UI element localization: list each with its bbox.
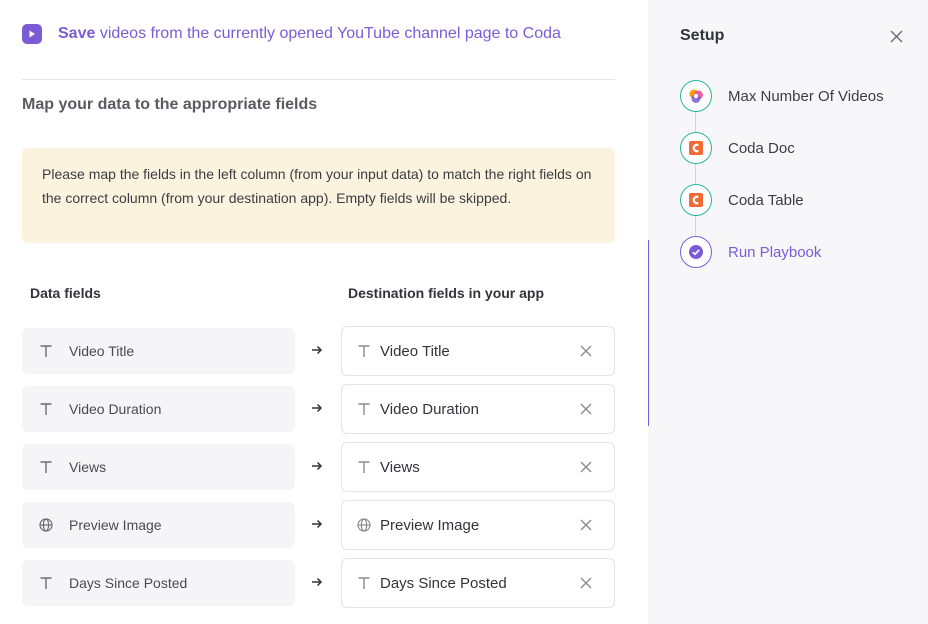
text-type-icon: [356, 575, 372, 591]
destination-field[interactable]: Days Since Posted: [341, 558, 615, 608]
step-coda-table[interactable]: Coda Table: [680, 184, 804, 216]
globe-icon: [38, 517, 54, 533]
text-type-icon: [38, 575, 54, 591]
data-fields-header: Data fields: [30, 285, 101, 301]
coda-icon: [680, 184, 712, 216]
destination-field-label: Views: [380, 458, 420, 476]
step-run-playbook[interactable]: Run Playbook: [680, 236, 821, 268]
source-field-label: Video Title: [69, 343, 135, 359]
mapping-row: Video Title Video Title: [22, 326, 615, 376]
playbook-header: Save videos from the currently opened Yo…: [22, 24, 561, 44]
source-field[interactable]: Preview Image: [22, 502, 295, 548]
source-field-label: Preview Image: [69, 517, 162, 533]
mapping-row: Video Duration Video Duration: [22, 384, 615, 434]
step-label: Run Playbook: [728, 243, 822, 261]
section-title: Map your data to the appropriate fields: [22, 96, 318, 113]
text-type-icon: [356, 401, 372, 417]
text-type-icon: [38, 459, 54, 475]
globe-icon: [356, 517, 372, 533]
arrow-right-icon: [310, 575, 324, 589]
active-indicator: [648, 240, 649, 426]
close-icon: [890, 30, 902, 42]
text-type-icon: [38, 343, 54, 359]
arrow-right-icon: [310, 343, 324, 357]
destination-field-label: Preview Image: [380, 516, 480, 534]
close-icon: [580, 577, 592, 589]
text-type-icon: [356, 343, 372, 359]
source-field-label: Video Duration: [69, 401, 162, 417]
mapping-notice: Please map the fields in the left column…: [22, 148, 615, 243]
close-icon: [580, 403, 592, 415]
close-icon: [580, 461, 592, 473]
playbook-title-text: videos from the currently opened YouTube…: [99, 25, 561, 42]
arrow-right-icon: [310, 401, 324, 415]
source-field[interactable]: Days Since Posted: [22, 560, 295, 606]
arrow-right-icon: [310, 459, 324, 473]
source-field[interactable]: Video Title: [22, 328, 295, 374]
destination-field[interactable]: Video Duration: [341, 384, 615, 434]
play-icon: [22, 24, 42, 44]
close-panel-button[interactable]: [884, 24, 908, 48]
playbook-title-bold: Save: [58, 25, 96, 42]
divider: [22, 79, 615, 80]
step-label: Coda Doc: [728, 139, 795, 157]
check-circle-icon: [680, 236, 712, 268]
source-field[interactable]: Video Duration: [22, 386, 295, 432]
destination-field-label: Video Title: [380, 342, 450, 360]
destination-field[interactable]: Preview Image: [341, 500, 615, 550]
destination-fields-header: Destination fields in your app: [348, 285, 545, 301]
app-root: Save videos from the currently opened Yo…: [0, 0, 928, 624]
step-coda-doc[interactable]: Coda Doc: [680, 132, 795, 164]
step-max-number-of-videos[interactable]: Max Number Of Videos: [680, 80, 884, 112]
source-field-label: Days Since Posted: [69, 575, 188, 591]
source-field-label: Views: [69, 459, 107, 475]
mapping-row: Days Since Posted Days Since Posted: [22, 558, 615, 608]
arrow-right-icon: [310, 517, 324, 531]
app-logo-icon: [680, 80, 712, 112]
close-icon: [580, 345, 592, 357]
setup-panel: Setup Max Number Of Videos Coda Doc Coda…: [648, 0, 928, 624]
clear-field-button[interactable]: [571, 394, 601, 424]
clear-field-button[interactable]: [571, 568, 601, 598]
text-type-icon: [38, 401, 54, 417]
step-label: Coda Table: [728, 191, 804, 209]
mapping-row: Views Views: [22, 442, 615, 492]
destination-field-label: Video Duration: [380, 400, 479, 418]
coda-icon: [680, 132, 712, 164]
setup-title: Setup: [680, 27, 725, 44]
destination-field-label: Days Since Posted: [380, 574, 507, 592]
destination-field[interactable]: Video Title: [341, 326, 615, 376]
clear-field-button[interactable]: [571, 510, 601, 540]
clear-field-button[interactable]: [571, 452, 601, 482]
text-type-icon: [356, 459, 372, 475]
mapping-row: Preview Image Preview Image: [22, 500, 615, 550]
close-icon: [580, 519, 592, 531]
clear-field-button[interactable]: [571, 336, 601, 366]
main-panel: Save videos from the currently opened Yo…: [0, 0, 648, 624]
step-label: Max Number Of Videos: [728, 87, 884, 105]
destination-field[interactable]: Views: [341, 442, 615, 492]
source-field[interactable]: Views: [22, 444, 295, 490]
playbook-title: Save videos from the currently opened Yo…: [58, 25, 561, 43]
